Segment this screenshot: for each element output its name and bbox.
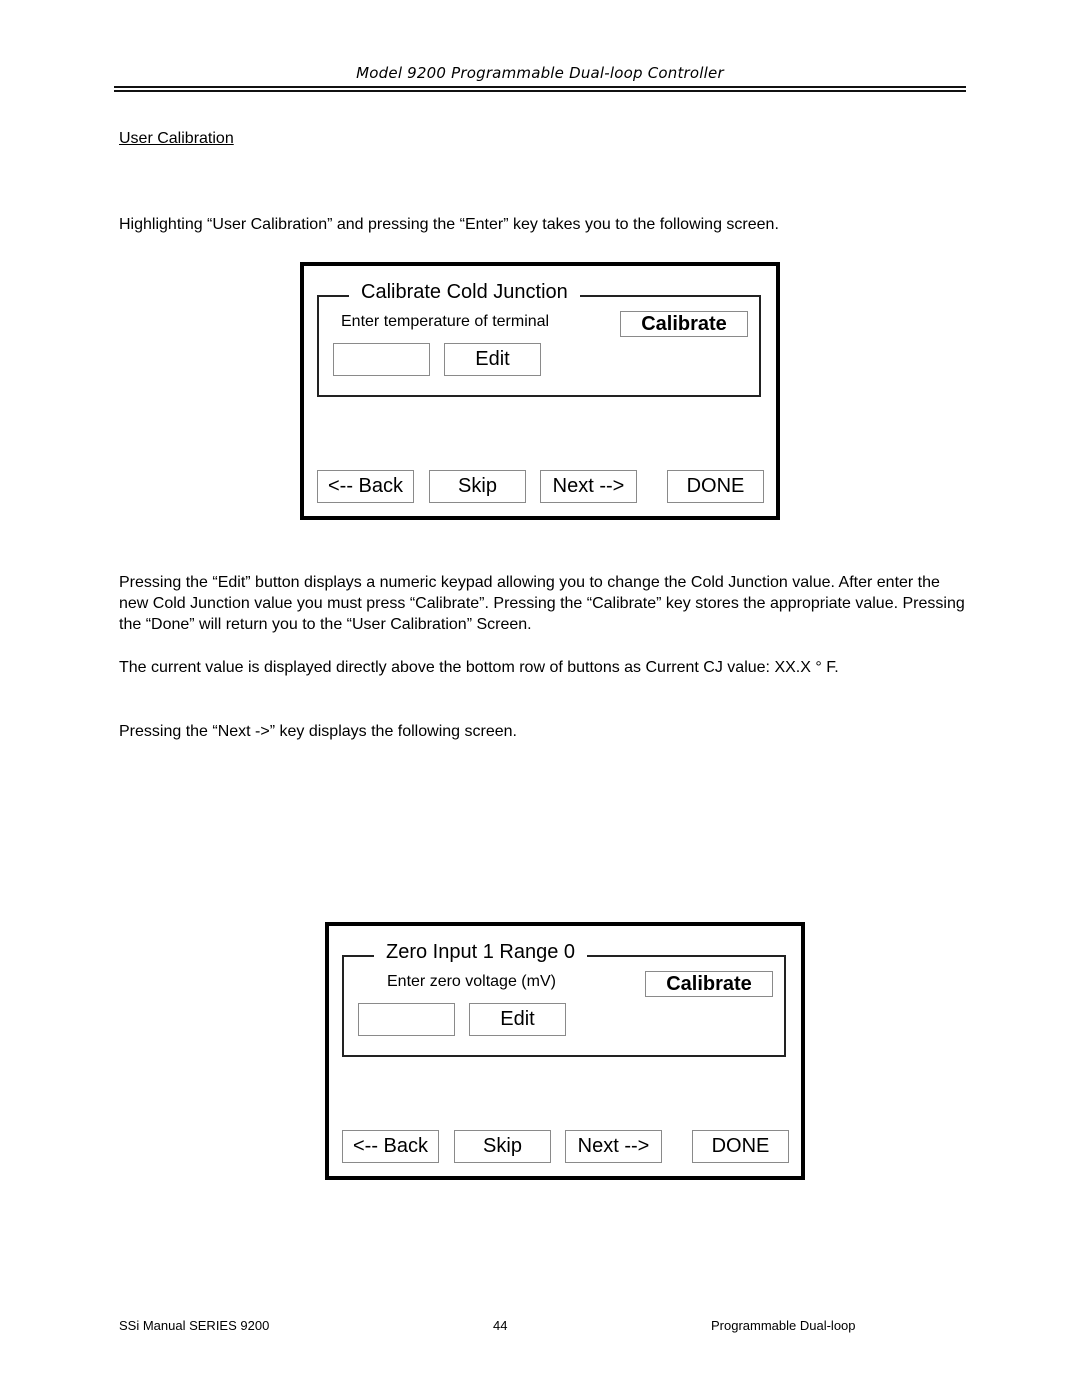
zero-input-screen: Zero Input 1 Range 0 Enter zero voltage … <box>325 922 805 1180</box>
value-field[interactable] <box>358 1003 455 1036</box>
back-button[interactable]: <-- Back <box>317 470 414 503</box>
value-field[interactable] <box>333 343 430 376</box>
footer-manual-title: SSi Manual SERIES 9200 <box>119 1318 270 1333</box>
done-button[interactable]: DONE <box>667 470 764 503</box>
current-value-paragraph: The current value is displayed directly … <box>119 659 839 676</box>
back-button[interactable]: <-- Back <box>342 1130 439 1163</box>
calibration-group-box: Zero Input 1 Range 0 Enter zero voltage … <box>342 940 786 1057</box>
edit-explanation-paragraph: Pressing the “Edit” button displays a nu… <box>119 574 965 633</box>
calibration-group-box: Calibrate Cold Junction Enter temperatur… <box>317 280 761 397</box>
running-header-title: Model 9200 Programmable Dual-loop Contro… <box>356 64 724 82</box>
skip-button[interactable]: Skip <box>454 1130 551 1163</box>
section-heading: User Calibration <box>119 130 234 147</box>
intro-paragraph: Highlighting “User Calibration” and pres… <box>119 216 779 233</box>
calibrate-button[interactable]: Calibrate <box>620 311 748 337</box>
next-intro-paragraph: Pressing the “Next ->” key displays the … <box>119 723 517 740</box>
next-button[interactable]: Next --> <box>565 1130 662 1163</box>
footer-page-number: 44 <box>493 1318 508 1333</box>
calibrate-cold-junction-screen: Calibrate Cold Junction Enter temperatur… <box>300 262 780 520</box>
edit-button[interactable]: Edit <box>444 343 541 376</box>
footer-product-name: Programmable Dual-loop <box>711 1318 856 1333</box>
group-title: Zero Input 1 Range 0 <box>374 940 588 964</box>
header-rule-bottom <box>114 90 966 92</box>
prompt-label: Enter zero voltage (mV) <box>387 973 556 990</box>
done-button[interactable]: DONE <box>692 1130 789 1163</box>
skip-button[interactable]: Skip <box>429 470 526 503</box>
next-button[interactable]: Next --> <box>540 470 637 503</box>
prompt-label: Enter temperature of terminal <box>341 313 550 330</box>
header-rule-top <box>114 86 966 88</box>
group-title: Calibrate Cold Junction <box>349 280 580 304</box>
calibrate-button[interactable]: Calibrate <box>645 971 773 997</box>
edit-button[interactable]: Edit <box>469 1003 566 1036</box>
